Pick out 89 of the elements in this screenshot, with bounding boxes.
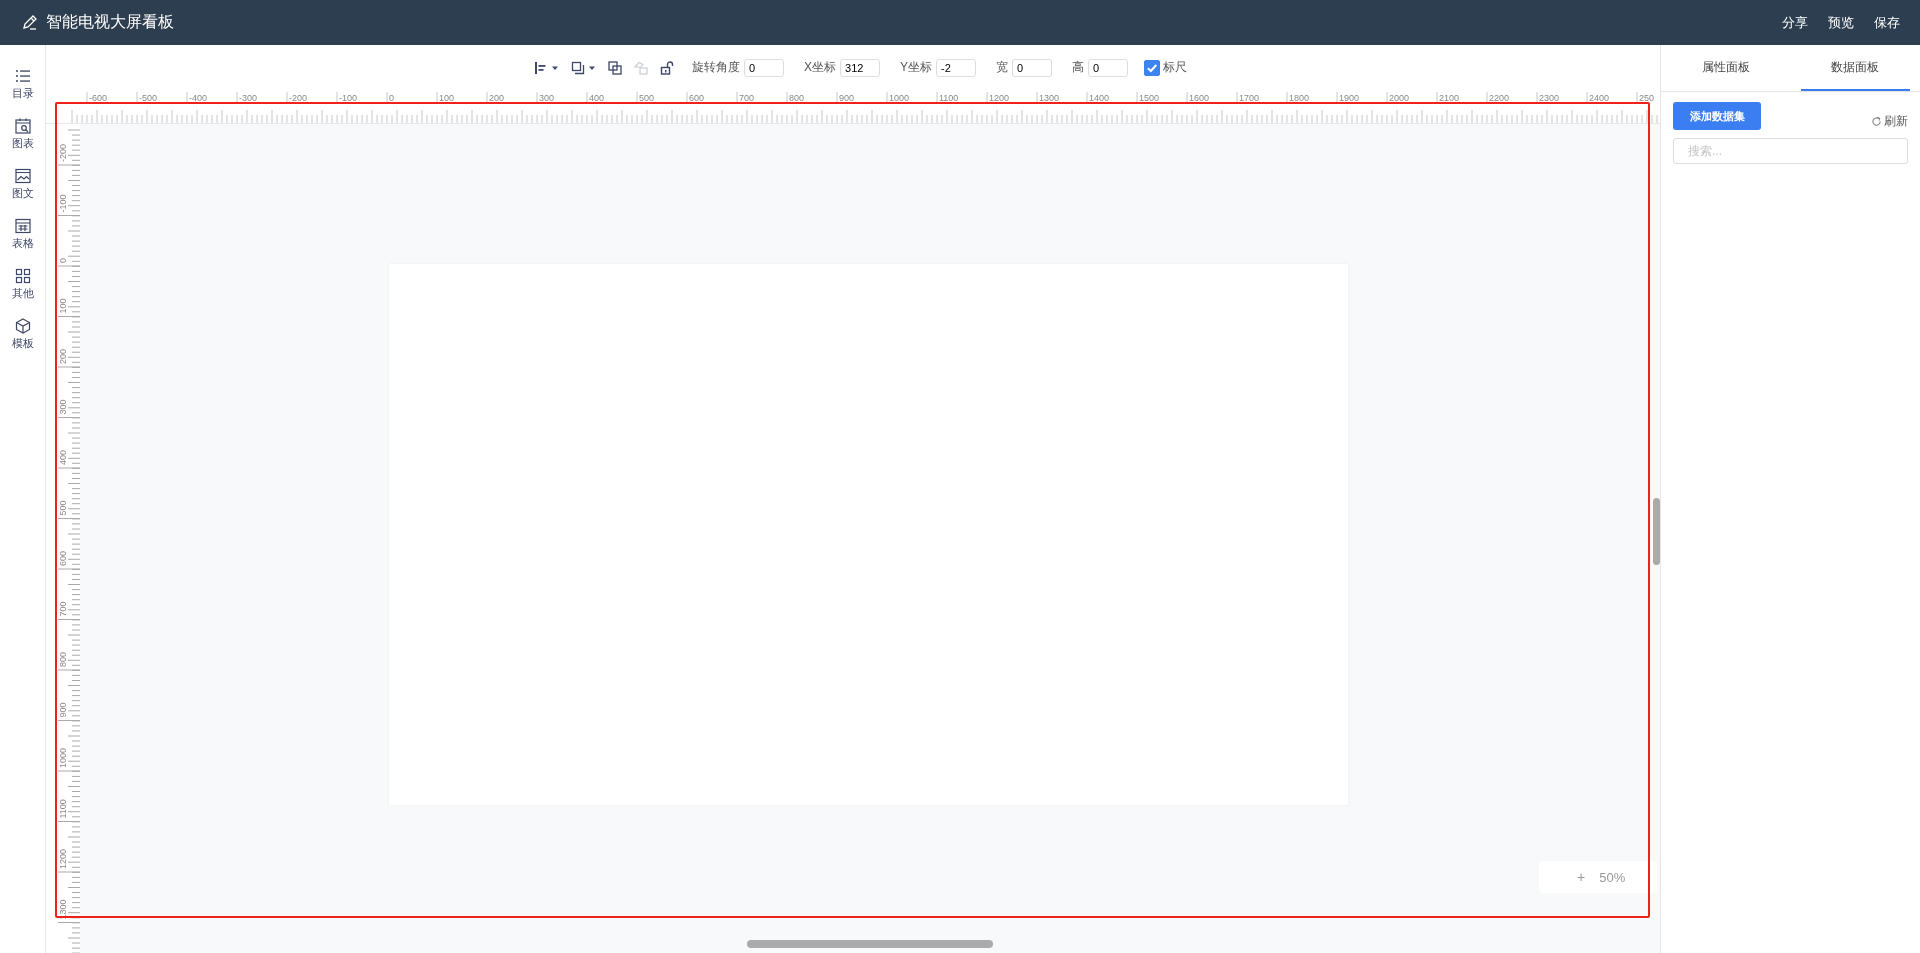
ruler-label: 400: [58, 449, 68, 465]
ruler-label: 1600: [1189, 93, 1210, 103]
ruler-label: -500: [139, 93, 157, 103]
ruler-label: 1200: [58, 848, 68, 869]
ruler-label: 200: [489, 93, 505, 103]
grid-icon: [13, 267, 32, 285]
ruler-label: 1300: [1039, 93, 1060, 103]
layers-icon: [571, 60, 585, 75]
refresh-icon: [1871, 116, 1882, 127]
ruler-label: 1200: [989, 93, 1010, 103]
ruler-label: 250: [1639, 93, 1655, 103]
ruler-label: 100: [439, 93, 455, 103]
list-icon: [13, 67, 32, 85]
sidebar-item[interactable]: 图表: [11, 117, 34, 151]
ruler-label: 700: [58, 601, 68, 617]
ruler-label: 300: [58, 399, 68, 415]
field-label: 旋转角度: [692, 59, 740, 76]
sidebar-item[interactable]: 表格: [11, 217, 34, 251]
ruler-label: 0: [58, 258, 68, 263]
ruler-label: 900: [839, 93, 855, 103]
header-action[interactable]: 分享: [1778, 11, 1812, 34]
sidebar-item[interactable]: 其他: [11, 267, 34, 301]
ruler-label: 1100: [939, 93, 959, 103]
ruler-label: 900: [58, 702, 68, 718]
ruler-label: -600: [89, 93, 107, 103]
align-left-icon: [534, 60, 548, 75]
table-icon: [13, 217, 32, 235]
ruler-label: 1500: [1139, 93, 1160, 103]
ruler-label: 200: [58, 348, 68, 364]
ruler-label: 1700: [1239, 93, 1260, 103]
checkbox[interactable]: [1144, 59, 1161, 76]
input-field[interactable]: 0: [1088, 58, 1129, 77]
field-label: 宽: [996, 59, 1009, 76]
ungroup-icon: [634, 60, 648, 75]
ruler-label: 1000: [58, 747, 68, 768]
field-label: X坐标: [804, 59, 836, 76]
ruler-checkbox[interactable]: 标尺: [1144, 59, 1188, 76]
ruler-label: 1000: [889, 93, 910, 103]
input-field[interactable]: 0: [1012, 58, 1053, 77]
add-dataset-button[interactable]: 添加数据集: [1673, 102, 1761, 130]
ruler-label: 800: [58, 651, 68, 667]
input-field[interactable]: 0: [744, 58, 784, 77]
picture-icon: [13, 167, 32, 185]
ruler-label: 2100: [1439, 93, 1460, 103]
ruler-label: 400: [589, 93, 605, 103]
ruler-label: -400: [189, 93, 207, 103]
ruler-label: 500: [639, 93, 655, 103]
ruler-label: -300: [239, 93, 257, 103]
app-title: 智能电视大屏看板: [46, 12, 174, 32]
sidebar-item[interactable]: 模板: [11, 317, 34, 351]
ruler-label: 600: [689, 93, 705, 103]
ruler-label: -200: [289, 93, 307, 103]
header-action[interactable]: 预览: [1824, 11, 1858, 34]
ruler-label: 500: [58, 500, 68, 516]
refresh-button[interactable]: 刷新: [1871, 113, 1908, 130]
ruler-label: 600: [58, 550, 68, 566]
cube-icon: [13, 317, 32, 335]
vertical-scrollbar[interactable]: [1653, 498, 1660, 565]
field-label: 高: [1072, 59, 1085, 76]
header-action[interactable]: 保存: [1870, 11, 1904, 34]
panel-tab[interactable]: 数据面板: [1800, 45, 1910, 91]
input-field[interactable]: 312: [840, 58, 880, 77]
ruler-label: 1900: [1339, 93, 1360, 103]
ruler-label: 300: [539, 93, 555, 103]
search-field[interactable]: 搜索...: [1673, 138, 1908, 164]
unlock-icon: [660, 60, 674, 75]
ruler-label: -200: [58, 144, 68, 162]
sidebar-item[interactable]: 目录: [11, 67, 34, 101]
ruler-label: 1800: [1289, 93, 1310, 103]
panel-tab[interactable]: 属性面板: [1671, 45, 1781, 91]
ruler-label: 2300: [1539, 93, 1560, 103]
group-icon: [608, 60, 622, 75]
input-field[interactable]: -2: [936, 58, 977, 77]
ruler-label: 800: [789, 93, 805, 103]
calendar-search-icon: [13, 117, 32, 135]
ruler-label: -100: [339, 93, 357, 103]
ruler-label: 0: [389, 93, 394, 103]
sidebar-item[interactable]: 图文: [11, 167, 34, 201]
ruler-label: 700: [739, 93, 755, 103]
ruler-label: 2000: [1389, 93, 1410, 103]
ruler-label: 2200: [1489, 93, 1510, 103]
horizontal-scrollbar[interactable]: [747, 940, 993, 948]
ruler-label: 1100: [58, 799, 68, 819]
ruler-label: 100: [58, 298, 68, 314]
ruler-label: 2400: [1589, 93, 1610, 103]
zoom-level: 50%: [1599, 869, 1626, 885]
ruler-label: -100: [58, 194, 68, 213]
field-label: Y坐标: [900, 59, 933, 76]
ruler-label: 1400: [1089, 93, 1110, 103]
